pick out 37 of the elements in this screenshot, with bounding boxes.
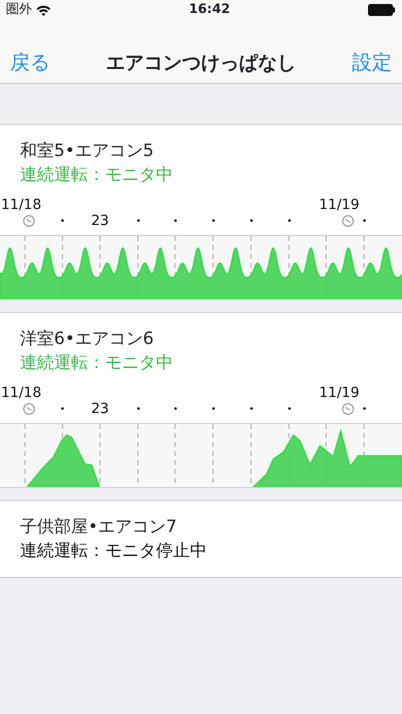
battery-icon (368, 4, 396, 16)
tick-dot-icon (61, 407, 64, 410)
settings-button[interactable]: 設定 (352, 47, 392, 77)
tick-dot-icon (288, 219, 290, 222)
tick-dot-icon (212, 407, 214, 410)
tick-dot-icon (362, 407, 366, 410)
carrier-text: 圏外 (6, 1, 32, 20)
device-name: 和室5•エアコン5 (19, 140, 155, 163)
device-status: 連続運転：モニタ中 (19, 164, 174, 187)
device-name: 子供部屋•エアコン7 (19, 516, 178, 539)
nav-title: エアコンつけっぱなし (106, 50, 296, 76)
back-button[interactable]: 戻る (10, 47, 50, 77)
tick-dot-icon (212, 219, 214, 222)
tick-dot-icon (136, 219, 140, 222)
clock-icon (342, 403, 354, 415)
clock-icon (23, 403, 35, 415)
clock-icon (342, 215, 354, 227)
date-label: 11/18 (1, 385, 39, 401)
device-name: 洋室6•エアコン6 (19, 328, 155, 351)
wifi-icon (36, 4, 51, 16)
tick-dot-icon (136, 407, 140, 410)
tick-dot-icon (61, 219, 64, 222)
tick-dot-icon (288, 407, 290, 410)
date-label: 11/18 (1, 197, 39, 213)
time-text: 16:42 (188, 1, 230, 20)
tick-dot-icon (250, 219, 252, 222)
clock-icon (23, 215, 35, 227)
tick-dot-icon (174, 407, 176, 410)
tick-dot-icon (362, 219, 366, 222)
date-label: 11/19 (319, 385, 357, 401)
tick-dot-icon (174, 219, 176, 222)
hour-label: 23 (90, 213, 110, 229)
hour-label: 23 (90, 401, 110, 417)
tick-dot-icon (250, 407, 252, 410)
device-status: 連続運転：モニタ中 (19, 352, 174, 375)
device-status: 連続運転：モニタ停止中 (19, 540, 208, 563)
date-label: 11/19 (319, 197, 357, 213)
